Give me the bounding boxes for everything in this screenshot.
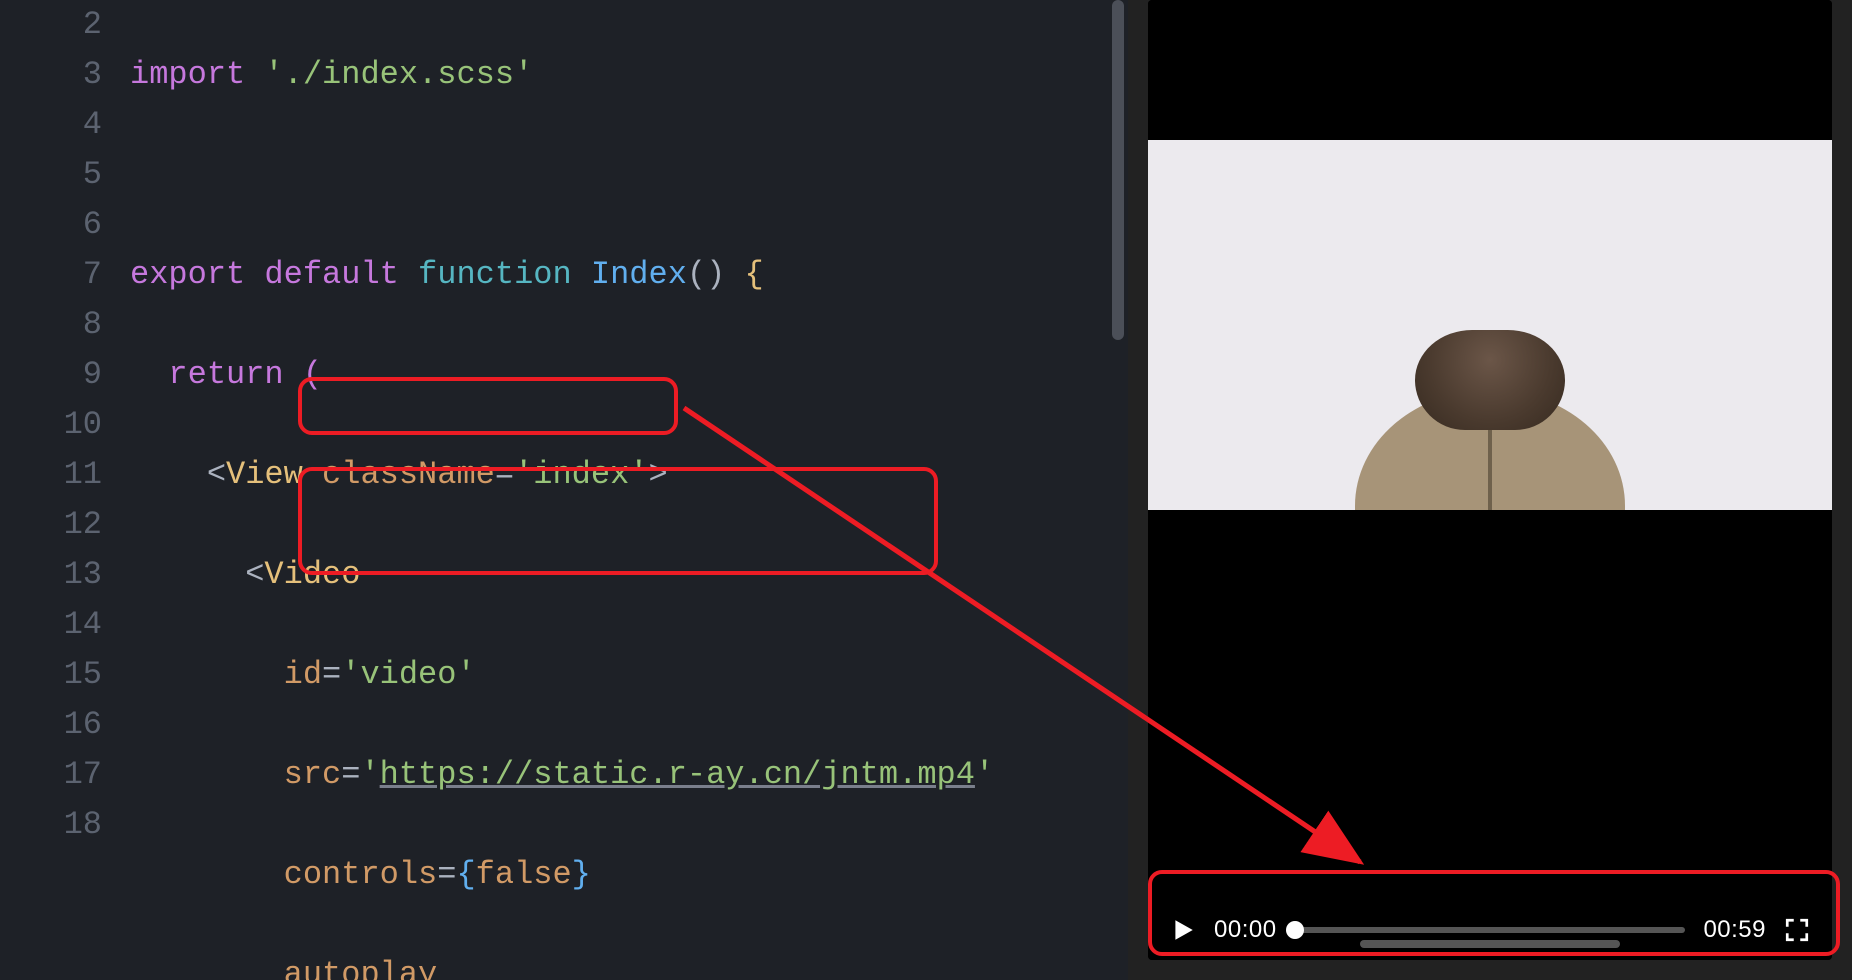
code-line-2: import './index.scss' xyxy=(130,50,1108,100)
line-number: 4 xyxy=(0,100,130,150)
current-time: 00:00 xyxy=(1214,916,1277,944)
line-number: 11 xyxy=(0,450,130,500)
line-number: 7 xyxy=(0,250,130,300)
home-indicator xyxy=(1360,940,1620,948)
code-content[interactable]: import './index.scss' export default fun… xyxy=(130,0,1108,980)
editor-scrollbar[interactable] xyxy=(1108,0,1128,980)
val-index: index xyxy=(533,456,629,493)
line-number: 14 xyxy=(0,600,130,650)
code-line-6: <View className='index'> xyxy=(130,450,1108,500)
attr-className: className xyxy=(322,456,495,493)
device-frame: 00:00 00:59 xyxy=(1148,0,1832,960)
video-controls-bar: 00:00 00:59 xyxy=(1148,900,1832,960)
video-letterbox-bottom xyxy=(1148,510,1832,900)
attr-src: src xyxy=(284,756,342,793)
line-number: 3 xyxy=(0,50,130,100)
val-src-url: https://static.r-ay.cn/jntm.mp4 xyxy=(380,756,975,793)
code-line-5: return ( xyxy=(130,350,1108,400)
kw-import: import xyxy=(130,56,245,93)
fullscreen-icon[interactable] xyxy=(1784,917,1810,943)
video-frame xyxy=(1148,140,1832,510)
line-number: 5 xyxy=(0,150,130,200)
line-number-gutter: 2 3 4 5 6 7 8 9 10 11 12 13 14 15 16 17 … xyxy=(0,0,130,980)
line-number: 9 xyxy=(0,350,130,400)
code-line-8: id='video' xyxy=(130,650,1108,700)
attr-controls: controls xyxy=(284,856,438,893)
line-number: 12 xyxy=(0,500,130,550)
kw-function: function xyxy=(418,256,572,293)
code-editor[interactable]: 2 3 4 5 6 7 8 9 10 11 12 13 14 15 16 17 … xyxy=(0,0,1108,980)
code-line-11: autoplay xyxy=(130,950,1108,980)
line-number: 6 xyxy=(0,200,130,250)
code-line-10: controls={false} xyxy=(130,850,1108,900)
fn-name: Index xyxy=(591,256,687,293)
progress-knob[interactable] xyxy=(1286,921,1304,939)
line-number: 16 xyxy=(0,700,130,750)
line-number: 17 xyxy=(0,750,130,800)
kw-default: default xyxy=(264,256,398,293)
video-letterbox-top xyxy=(1148,0,1832,140)
attr-id: id xyxy=(284,656,322,693)
kw-return: return xyxy=(168,356,283,393)
line-number: 18 xyxy=(0,800,130,850)
preview-pane: 00:00 00:59 xyxy=(1128,0,1852,980)
line-number: 15 xyxy=(0,650,130,700)
attr-autoplay: autoplay xyxy=(284,956,438,980)
tag-view-open: View xyxy=(226,456,303,493)
line-number: 2 xyxy=(0,0,130,50)
video-player[interactable]: 00:00 00:59 xyxy=(1148,0,1832,960)
line-number: 13 xyxy=(0,550,130,600)
kw-export: export xyxy=(130,256,245,293)
duration: 00:59 xyxy=(1703,916,1766,944)
progress-bar[interactable] xyxy=(1295,927,1686,933)
code-line-9: src='https://static.r-ay.cn/jntm.mp4' xyxy=(130,750,1108,800)
code-line-3 xyxy=(130,150,1108,200)
tag-video-open: Video xyxy=(264,556,360,593)
video-subject xyxy=(1350,290,1630,510)
line-number: 8 xyxy=(0,300,130,350)
code-line-7: <Video xyxy=(130,550,1108,600)
val-false: false xyxy=(476,856,572,893)
code-line-4: export default function Index() { xyxy=(130,250,1108,300)
play-icon[interactable] xyxy=(1170,917,1196,943)
val-video: video xyxy=(360,656,456,693)
line-number: 10 xyxy=(0,400,130,450)
app-root: 2 3 4 5 6 7 8 9 10 11 12 13 14 15 16 17 … xyxy=(0,0,1852,980)
import-path: ./index.scss xyxy=(284,56,514,93)
